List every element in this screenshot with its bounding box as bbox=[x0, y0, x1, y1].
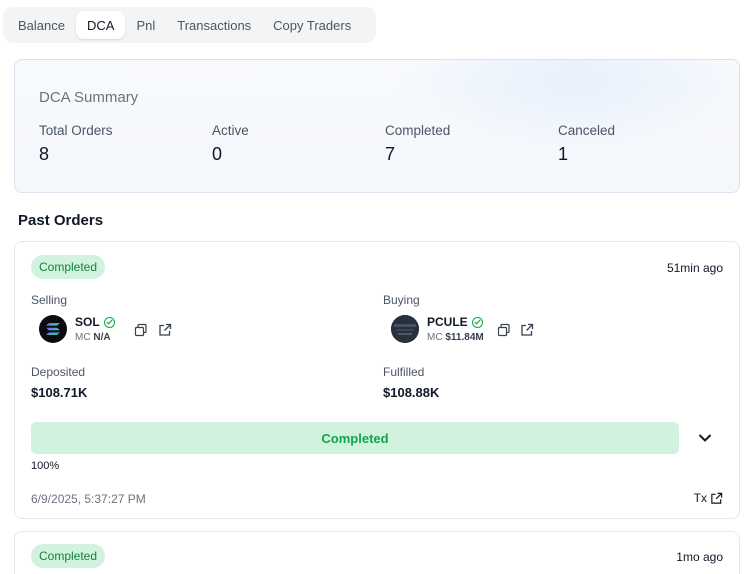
tx-link[interactable]: Tx bbox=[694, 491, 723, 505]
stat-value: 8 bbox=[39, 144, 50, 164]
stat-total-orders: Total Orders 8 bbox=[39, 123, 113, 165]
buying-token-symbol: PCULE bbox=[427, 315, 468, 329]
order-date: 6/9/2025, 5:37:27 PM bbox=[31, 492, 146, 506]
mc-label: MC bbox=[75, 332, 91, 343]
past-orders-title: Past Orders bbox=[18, 212, 104, 229]
order-card: Completed 1mo ago bbox=[14, 531, 740, 574]
progress-percent: 100% bbox=[31, 460, 60, 472]
tab-transactions[interactable]: Transactions bbox=[166, 11, 262, 39]
solana-logo-icon bbox=[39, 315, 67, 343]
stat-value: 7 bbox=[385, 144, 396, 164]
tab-bar: Balance DCA Pnl Transactions Copy Trader… bbox=[3, 7, 376, 43]
buying-label: Buying bbox=[383, 293, 420, 307]
stat-label: Active bbox=[212, 123, 249, 138]
status-badge: Completed bbox=[31, 255, 106, 279]
deposited-value: $108.71K bbox=[31, 385, 88, 400]
selling-market-cap: MC N/A bbox=[75, 332, 115, 343]
copy-icon[interactable] bbox=[134, 323, 148, 337]
dca-summary-panel: DCA Summary Total Orders 8 Active 0 Comp… bbox=[14, 59, 740, 193]
order-card: Completed 51min ago Selling SOL MC N/A B… bbox=[14, 241, 740, 519]
stat-label: Total Orders bbox=[39, 123, 113, 138]
stat-canceled: Canceled 1 bbox=[558, 123, 615, 165]
stat-value: 1 bbox=[558, 144, 569, 164]
order-time-ago: 51min ago bbox=[666, 261, 723, 275]
stat-completed: Completed 7 bbox=[385, 123, 450, 165]
stat-label: Completed bbox=[385, 123, 451, 138]
fulfilled-value: $108.88K bbox=[383, 385, 440, 400]
tab-copy-traders[interactable]: Copy Traders bbox=[262, 11, 362, 39]
copy-icon[interactable] bbox=[497, 323, 511, 337]
tx-label: Tx bbox=[693, 491, 707, 505]
status-badge: Completed bbox=[31, 544, 106, 568]
stat-active: Active 0 bbox=[212, 123, 249, 165]
tab-balance[interactable]: Balance bbox=[7, 11, 76, 39]
order-time-ago: 1mo ago bbox=[676, 550, 723, 564]
verified-check-icon bbox=[471, 316, 483, 328]
mc-label: MC bbox=[427, 332, 443, 343]
selling-token: SOL MC N/A bbox=[39, 315, 115, 343]
selling-token-symbol: SOL bbox=[75, 315, 100, 329]
selling-label: Selling bbox=[31, 293, 68, 307]
stat-value: 0 bbox=[212, 144, 223, 164]
stat-label: Canceled bbox=[558, 123, 616, 138]
external-link-icon[interactable] bbox=[520, 323, 534, 337]
tab-dca[interactable]: DCA bbox=[75, 11, 126, 39]
progress-status-label: Completed bbox=[321, 430, 389, 446]
mc-value: N/A bbox=[93, 332, 111, 343]
buying-token: PCULE MC $11.84M bbox=[391, 315, 484, 343]
external-link-icon[interactable] bbox=[158, 323, 172, 337]
deposited-label: Deposited bbox=[31, 365, 86, 379]
summary-title: DCA Summary bbox=[39, 89, 139, 106]
verified-check-icon bbox=[103, 316, 115, 328]
chevron-down-icon[interactable] bbox=[697, 430, 713, 446]
tab-pnl[interactable]: Pnl bbox=[125, 11, 166, 39]
pcule-logo-icon bbox=[391, 315, 419, 343]
progress-bar: Completed bbox=[31, 422, 679, 454]
buying-market-cap: MC $11.84M bbox=[427, 332, 484, 343]
fulfilled-label: Fulfilled bbox=[383, 365, 425, 379]
mc-value: $11.84M bbox=[445, 332, 484, 343]
external-link-icon bbox=[711, 492, 723, 504]
